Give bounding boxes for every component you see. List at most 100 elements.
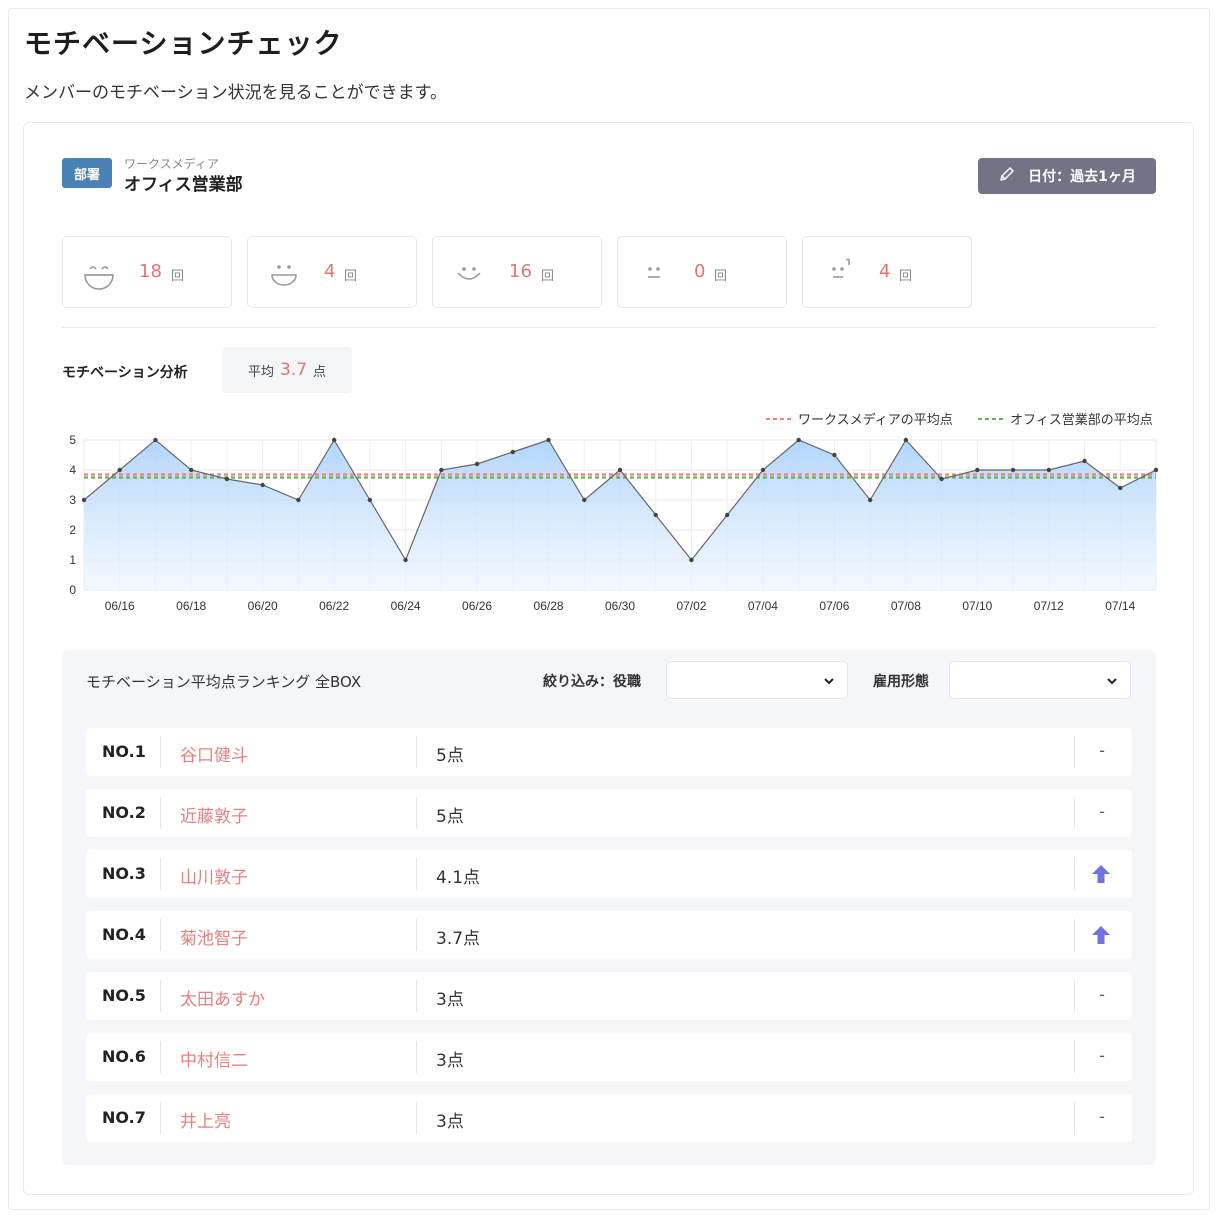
series-point <box>1082 458 1087 464</box>
legend-company-label: ワークスメディアの平均点 <box>798 412 953 427</box>
row-separator <box>416 736 417 768</box>
member-name-link[interactable]: 太田あすか <box>180 985 265 1010</box>
member-score: 3点 <box>436 990 464 1010</box>
chart-legend: ワークスメディアの平均点 オフィス営業部の平均点 <box>766 412 1153 427</box>
motivation-chart: ワークスメディアの平均点 オフィス営業部の平均点 0 1 2 3 4 5 06/16 06/1… <box>69 412 1159 613</box>
series-point <box>725 512 730 518</box>
date-range-label: 日付：過去1ヶ月 <box>1028 169 1136 185</box>
average-score-box: 平均 3.7 点 <box>222 347 352 393</box>
stat-count: 4 <box>324 261 336 282</box>
trend-indicator: - <box>1099 1046 1105 1065</box>
stat-unit: 回 <box>899 269 913 284</box>
row-separator <box>416 1041 417 1073</box>
analysis-title: モチベーション分析 <box>62 365 188 381</box>
chevron-down-icon <box>1106 672 1118 685</box>
series-point <box>153 437 158 443</box>
ranking-row: NO.5 太田あすか 3点 - <box>86 972 1132 1020</box>
x-tick-label: 07/04 <box>748 599 778 613</box>
member-name-link[interactable]: 菊池智子 <box>180 924 248 949</box>
x-tick-label: 07/10 <box>962 599 992 613</box>
stat-card-good: 4 回 <box>247 236 417 308</box>
series-point <box>367 497 373 503</box>
stat-unit: 回 <box>541 269 555 284</box>
row-separator <box>416 858 417 890</box>
department-badge: 部署 <box>62 158 112 188</box>
series-point <box>474 461 480 467</box>
series-point <box>617 467 623 473</box>
chevron-down-icon <box>823 672 835 685</box>
employment-filter-label: 雇用形態 <box>873 674 929 690</box>
trend-indicator: - <box>1099 802 1105 821</box>
row-separator <box>1074 919 1075 951</box>
smile-face-icon <box>266 255 302 291</box>
series-point <box>1153 467 1159 473</box>
x-tick-label: 07/14 <box>1105 599 1135 613</box>
employment-filter-select[interactable] <box>949 661 1131 699</box>
series-point <box>546 437 551 443</box>
rank-number: NO.4 <box>102 925 146 944</box>
series-point <box>510 449 515 455</box>
member-name-link[interactable]: 井上亮 <box>180 1107 231 1132</box>
rank-number: NO.1 <box>102 742 146 761</box>
x-tick-label: 07/12 <box>1034 599 1064 613</box>
member-name-link[interactable]: 山川敦子 <box>180 863 248 888</box>
role-filter-label: 絞り込み：役職 <box>543 674 641 690</box>
series-point <box>403 557 408 563</box>
page-description: メンバーのモチベーション状況を見ることができます。 <box>24 83 447 103</box>
row-separator <box>416 919 417 951</box>
member-name-link[interactable]: 谷口健斗 <box>180 741 248 766</box>
stat-count: 0 <box>694 261 706 282</box>
row-separator <box>160 736 161 768</box>
sweat-face-icon <box>821 255 857 291</box>
series-point <box>689 557 694 563</box>
ranking-row: NO.3 山川敦子 4.1点 <box>86 850 1132 898</box>
row-separator <box>160 1041 161 1073</box>
series-point <box>260 482 265 488</box>
x-tick-label: 06/22 <box>319 599 349 613</box>
x-tick-label: 06/28 <box>534 599 564 613</box>
member-name-link[interactable]: 近藤敦子 <box>180 802 248 827</box>
member-score: 5点 <box>436 807 464 827</box>
row-separator <box>160 980 161 1012</box>
arrow-up-icon <box>1090 924 1114 946</box>
member-score: 4.1点 <box>436 868 481 888</box>
date-range-button[interactable]: 日付：過去1ヶ月 <box>978 158 1156 194</box>
series-point <box>832 452 837 458</box>
row-separator <box>1074 980 1075 1012</box>
series-point <box>867 497 873 503</box>
member-name-link[interactable]: 中村信二 <box>180 1046 248 1071</box>
series-point <box>224 476 230 482</box>
series-point <box>81 497 87 503</box>
x-tick-label: 07/06 <box>819 599 849 613</box>
series-point <box>796 437 801 443</box>
stat-unit: 回 <box>714 269 728 284</box>
row-separator <box>1074 858 1075 890</box>
stat-card-bad: 4 回 <box>802 236 972 308</box>
y-tick-label: 0 <box>69 583 76 597</box>
trend-indicator: - <box>1099 741 1105 760</box>
ranking-row: NO.6 中村信二 3点 - <box>86 1033 1132 1081</box>
average-label: 平均 <box>247 364 274 380</box>
role-filter-select[interactable] <box>666 661 848 699</box>
row-separator <box>160 858 161 890</box>
row-separator <box>1074 1041 1075 1073</box>
row-separator <box>1074 1102 1075 1134</box>
y-tick-label: 5 <box>69 433 76 447</box>
series-point <box>1010 467 1016 473</box>
y-tick-label: 4 <box>69 463 76 477</box>
page-title: モチベーションチェック <box>24 27 343 60</box>
x-tick-label: 06/20 <box>248 599 278 613</box>
neutral-face-icon <box>636 255 672 291</box>
stat-card-normal-good: 16 回 <box>432 236 602 308</box>
series-point <box>1118 485 1123 491</box>
row-separator <box>160 1102 161 1134</box>
x-tick-label: 06/24 <box>391 599 421 613</box>
rank-number: NO.7 <box>102 1108 146 1127</box>
stat-unit: 回 <box>171 269 185 284</box>
stat-card-neutral: 0 回 <box>617 236 787 308</box>
row-separator <box>160 797 161 829</box>
x-tick-label: 07/02 <box>676 599 706 613</box>
series-point <box>939 476 944 482</box>
x-tick-label: 07/08 <box>891 599 921 613</box>
big-smile-face-icon <box>81 255 117 291</box>
